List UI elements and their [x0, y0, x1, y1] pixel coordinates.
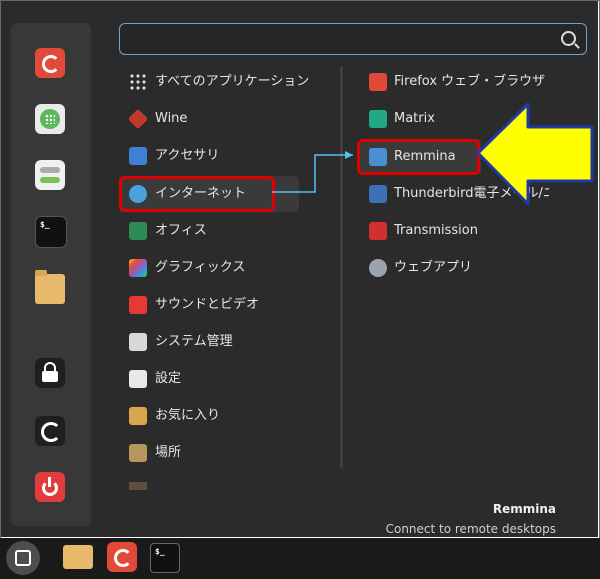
- taskbar-firefox-icon[interactable]: [107, 542, 137, 572]
- taskbar: $_: [0, 538, 600, 579]
- mint-logo-icon: [15, 550, 31, 566]
- mint-menu-button[interactable]: [6, 541, 40, 575]
- connector-arrowhead: [345, 151, 353, 159]
- annotation-overlay: [272, 102, 594, 206]
- taskbar-terminal-icon[interactable]: $_: [150, 543, 180, 573]
- yellow-arrow-icon: [476, 102, 594, 206]
- taskbar-files-folder-icon[interactable]: [63, 545, 93, 569]
- connector-line: [272, 154, 353, 193]
